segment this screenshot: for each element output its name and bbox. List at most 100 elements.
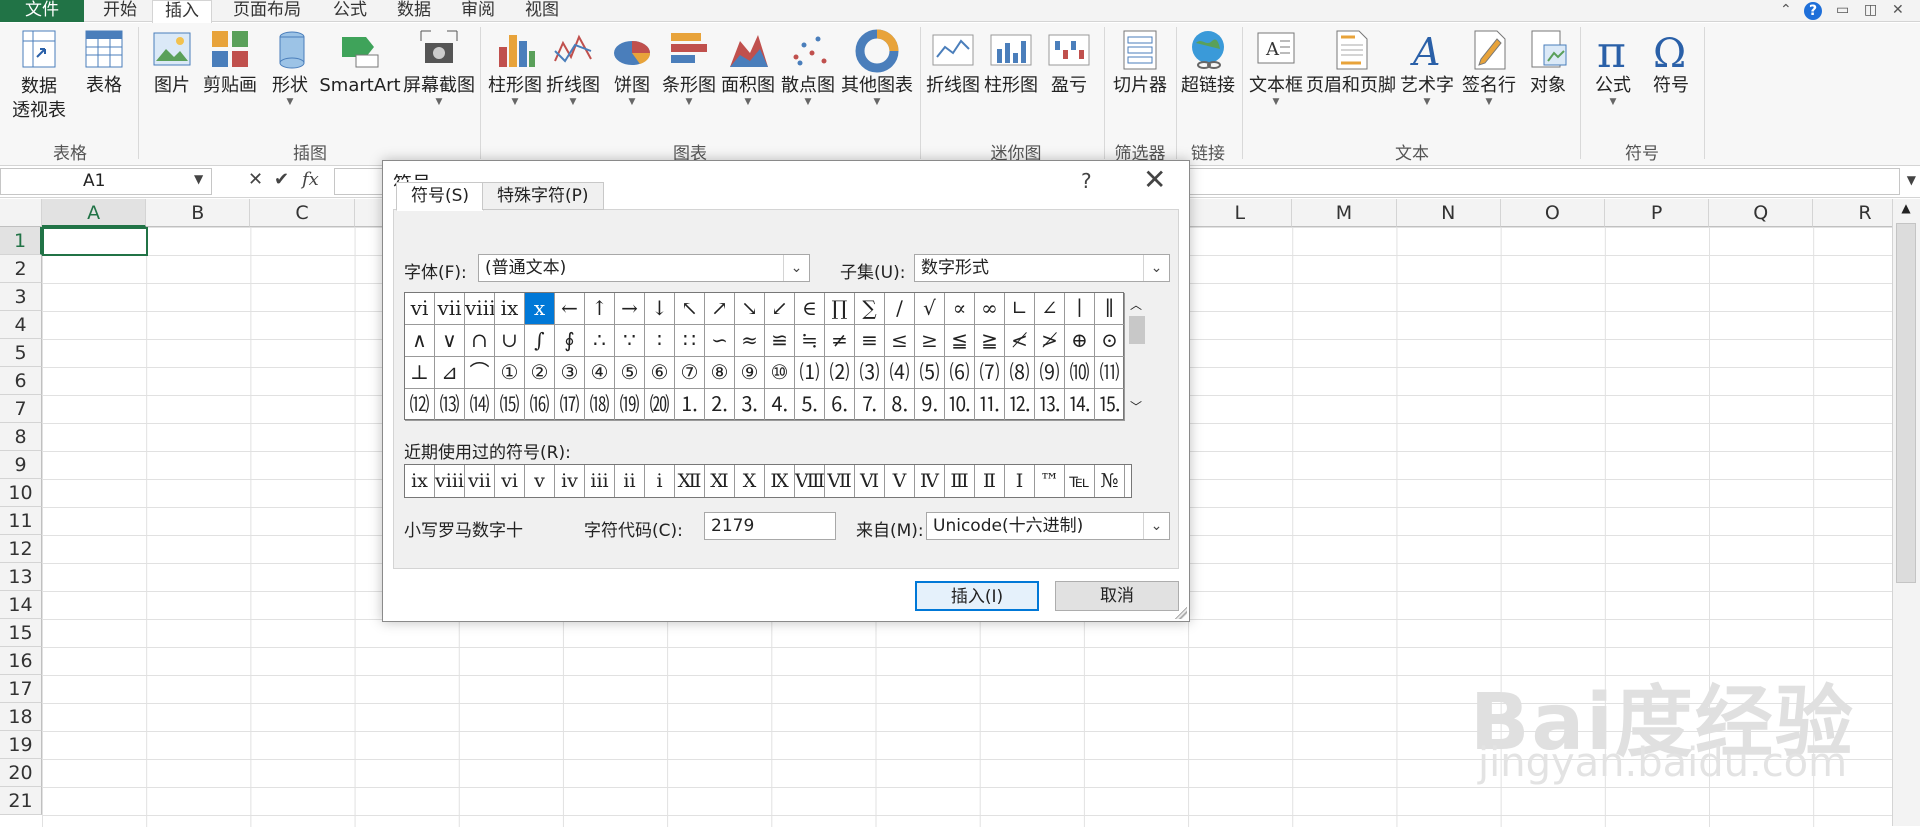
row-header-17[interactable]: 17 bbox=[0, 675, 42, 703]
pie-chart-button[interactable]: 饼图 ▼ bbox=[604, 27, 660, 107]
collapse-ribbon-icon[interactable]: ⌃ bbox=[1780, 2, 1792, 18]
recent-symbol-cell[interactable]: Ⅵ bbox=[855, 465, 885, 497]
symbol-cell[interactable]: ⑹ bbox=[945, 357, 975, 389]
symbol-cell[interactable]: ∝ bbox=[945, 293, 975, 325]
other-charts-button[interactable]: 其他图表 ▼ bbox=[838, 27, 916, 107]
symbol-cell[interactable]: ⊿ bbox=[435, 357, 465, 389]
row-header-18[interactable]: 18 bbox=[0, 703, 42, 731]
symbol-cell[interactable]: ⑷ bbox=[885, 357, 915, 389]
symbol-cell[interactable]: ⒒ bbox=[975, 389, 1005, 421]
tab-insert[interactable]: 插入 bbox=[152, 0, 212, 23]
row-header-6[interactable]: 6 bbox=[0, 367, 42, 395]
symbol-cell[interactable]: ⑸ bbox=[915, 357, 945, 389]
tab-home[interactable]: 开始 bbox=[92, 0, 148, 22]
symbol-cell[interactable]: ∧ bbox=[405, 325, 435, 357]
symbol-cell[interactable]: ⌒ bbox=[465, 357, 495, 389]
close-window-icon[interactable]: ✕ bbox=[1892, 2, 1904, 18]
symbol-cell[interactable]: ⑻ bbox=[1005, 357, 1035, 389]
symbol-cell[interactable]: ← bbox=[555, 293, 585, 325]
symbol-cell[interactable]: ⒅ bbox=[585, 389, 615, 421]
recent-symbol-cell[interactable]: ™ bbox=[1035, 465, 1065, 497]
recent-symbol-cell[interactable]: iii bbox=[585, 465, 615, 497]
recent-symbol-cell[interactable]: Ⅱ bbox=[975, 465, 1005, 497]
row-header-9[interactable]: 9 bbox=[0, 451, 42, 479]
symbol-cell[interactable]: ⒊ bbox=[735, 389, 765, 421]
symbol-cell[interactable]: ⒁ bbox=[465, 389, 495, 421]
bar-chart-button[interactable]: 条形图 ▼ bbox=[660, 27, 718, 107]
symbol-grid-scrollbar[interactable]: ︿ ﹀ bbox=[1126, 292, 1148, 420]
screenshot-button[interactable]: 屏幕截图 ▼ bbox=[402, 27, 476, 107]
select-all-corner[interactable] bbox=[0, 199, 42, 227]
subset-select[interactable]: 数字形式 ⌄ bbox=[914, 254, 1170, 282]
symbol-cell[interactable]: ⑥ bbox=[645, 357, 675, 389]
symbol-cell[interactable]: ⒆ bbox=[615, 389, 645, 421]
symbol-cell[interactable]: ⑩ bbox=[765, 357, 795, 389]
enter-formula-icon[interactable]: ✔ bbox=[274, 169, 289, 190]
insert-function-icon[interactable]: fx bbox=[302, 169, 319, 190]
symbol-cell[interactable]: ∏ bbox=[825, 293, 855, 325]
active-cell-a1[interactable] bbox=[42, 227, 148, 256]
symbol-cell[interactable]: ∣ bbox=[1065, 293, 1095, 325]
symbol-cell[interactable]: ② bbox=[525, 357, 555, 389]
scrollbar-thumb[interactable] bbox=[1129, 316, 1145, 344]
row-header-14[interactable]: 14 bbox=[0, 591, 42, 619]
hyperlink-button[interactable]: 超链接 bbox=[1178, 27, 1238, 97]
symbol-cell[interactable]: ≤ bbox=[885, 325, 915, 357]
symbol-cell[interactable]: ⊙ bbox=[1095, 325, 1125, 357]
symbol-cell[interactable]: ⑦ bbox=[675, 357, 705, 389]
line-chart-button[interactable]: 折线图 ▼ bbox=[544, 27, 602, 107]
symbol-cell[interactable]: ⒐ bbox=[915, 389, 945, 421]
symbol-cell[interactable]: ⑨ bbox=[735, 357, 765, 389]
slicer-button[interactable]: 切片器 bbox=[1108, 27, 1172, 97]
row-header-5[interactable]: 5 bbox=[0, 339, 42, 367]
symbol-cell[interactable]: ∕ bbox=[885, 293, 915, 325]
chevron-down-icon[interactable]: ⌄ bbox=[1143, 513, 1169, 539]
tab-file[interactable]: 文件 bbox=[0, 0, 84, 22]
clipart-button[interactable]: 剪贴画 bbox=[200, 27, 260, 97]
recent-symbol-cell[interactable]: i bbox=[645, 465, 675, 497]
row-header-8[interactable]: 8 bbox=[0, 423, 42, 451]
recent-symbol-cell[interactable]: № bbox=[1095, 465, 1125, 497]
recent-symbol-cell[interactable]: Ⅰ bbox=[1005, 465, 1035, 497]
symbol-cell[interactable]: ≥ bbox=[915, 325, 945, 357]
wordart-button[interactable]: A 艺术字 ▼ bbox=[1396, 27, 1458, 107]
symbol-cell[interactable]: ⒃ bbox=[525, 389, 555, 421]
cancel-formula-icon[interactable]: ✕ bbox=[248, 169, 263, 190]
recent-symbol-cell[interactable]: ℡ bbox=[1065, 465, 1095, 497]
symbol-cell[interactable]: ⑴ bbox=[795, 357, 825, 389]
symbol-cell[interactable]: ⒑ bbox=[945, 389, 975, 421]
symbol-cell[interactable]: ⒌ bbox=[795, 389, 825, 421]
symbol-cell[interactable]: ↖ bbox=[675, 293, 705, 325]
symbol-cell[interactable]: ⒇ bbox=[645, 389, 675, 421]
symbol-cell[interactable]: ⒕ bbox=[1065, 389, 1095, 421]
symbol-cell[interactable]: ⑽ bbox=[1065, 357, 1095, 389]
tab-review[interactable]: 审阅 bbox=[450, 0, 506, 22]
symbol-cell[interactable]: ⒉ bbox=[705, 389, 735, 421]
symbol-cell[interactable]: ⒖ bbox=[1095, 389, 1125, 421]
symbol-cell[interactable]: ∥ bbox=[1095, 293, 1125, 325]
symbol-cell[interactable]: ① bbox=[495, 357, 525, 389]
symbol-cell[interactable]: ⊥ bbox=[405, 357, 435, 389]
picture-button[interactable]: 图片 bbox=[144, 27, 200, 97]
column-header-o[interactable]: O bbox=[1500, 199, 1605, 227]
row-header-7[interactable]: 7 bbox=[0, 395, 42, 423]
symbol-cell[interactable]: ⑵ bbox=[825, 357, 855, 389]
symbol-cell[interactable]: ⑺ bbox=[975, 357, 1005, 389]
symbol-cell[interactable]: ≧ bbox=[975, 325, 1005, 357]
symbol-cell[interactable]: √ bbox=[915, 293, 945, 325]
symbol-cell[interactable]: ⑶ bbox=[855, 357, 885, 389]
symbol-cell[interactable]: ∨ bbox=[435, 325, 465, 357]
symbol-cell[interactable]: ⒂ bbox=[495, 389, 525, 421]
symbol-cell[interactable]: ∽ bbox=[705, 325, 735, 357]
recent-symbol-cell[interactable]: Ⅹ bbox=[735, 465, 765, 497]
symbol-cell[interactable]: ≌ bbox=[765, 325, 795, 357]
minimize-icon[interactable]: ▭ bbox=[1836, 2, 1849, 18]
symbol-cell[interactable]: ∫ bbox=[525, 325, 555, 357]
symbol-cell[interactable]: vi bbox=[405, 293, 435, 325]
pivot-table-button[interactable]: 数据 透视表 bbox=[6, 27, 72, 123]
symbol-cell[interactable]: ∶ bbox=[645, 325, 675, 357]
signature-line-button[interactable]: 签名行 ▼ bbox=[1458, 27, 1520, 107]
symbol-cell[interactable]: ≈ bbox=[735, 325, 765, 357]
smartart-button[interactable]: SmartArt bbox=[318, 27, 402, 97]
recent-symbol-cell[interactable]: viii bbox=[435, 465, 465, 497]
